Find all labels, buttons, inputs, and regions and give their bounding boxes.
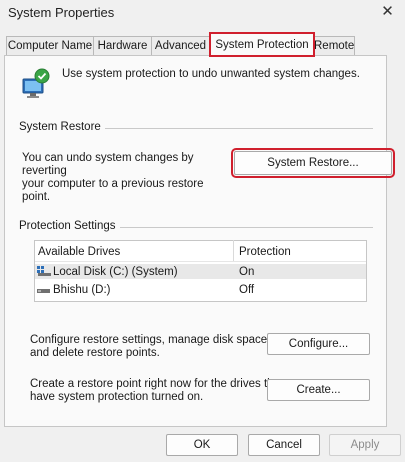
tab-computer-name[interactable]: Computer Name bbox=[6, 36, 94, 55]
system-protection-icon bbox=[20, 67, 52, 99]
drive-name-d[interactable]: Bhishu (D:) bbox=[53, 284, 111, 296]
configure-description-line1: Configure restore settings, manage disk … bbox=[30, 334, 271, 346]
system-restore-description-line2: your computer to a previous restore poin… bbox=[22, 178, 204, 203]
cancel-button[interactable]: Cancel bbox=[248, 434, 320, 456]
apply-button[interactable]: Apply bbox=[329, 434, 401, 456]
drive-name-c[interactable]: Local Disk (C:) (System) bbox=[53, 266, 178, 278]
intro-text: Use system protection to undo unwanted s… bbox=[62, 68, 360, 80]
create-description-line2: have system protection turned on. bbox=[30, 391, 204, 403]
tab-advanced[interactable]: Advanced bbox=[151, 36, 210, 55]
configure-button[interactable]: Configure... bbox=[267, 333, 370, 355]
create-button[interactable]: Create... bbox=[267, 379, 370, 401]
drive-protection-d[interactable]: Off bbox=[239, 284, 254, 296]
system-drive-icon bbox=[37, 266, 51, 276]
close-icon: ✕ bbox=[381, 3, 394, 20]
system-restore-group-label: System Restore bbox=[19, 121, 105, 133]
close-button[interactable]: ✕ bbox=[370, 0, 405, 26]
ok-button[interactable]: OK bbox=[166, 434, 238, 456]
tab-remote[interactable]: Remote bbox=[313, 36, 355, 55]
create-description: Create a restore point right now for the… bbox=[30, 378, 283, 404]
tab-hardware[interactable]: Hardware bbox=[93, 36, 152, 55]
configure-description-line2: and delete restore points. bbox=[30, 347, 160, 359]
tab-system-protection[interactable]: System Protection bbox=[209, 32, 315, 57]
header-divider bbox=[35, 261, 366, 262]
drive-icon bbox=[37, 286, 51, 295]
drive-protection-c[interactable]: On bbox=[239, 266, 254, 278]
system-restore-description: You can undo system changes by reverting… bbox=[22, 152, 232, 204]
window-title: System Properties bbox=[8, 5, 115, 20]
column-separator bbox=[233, 240, 234, 262]
system-restore-description-line1: You can undo system changes by reverting bbox=[22, 152, 194, 177]
column-header-available-drives[interactable]: Available Drives bbox=[38, 246, 120, 258]
column-header-protection[interactable]: Protection bbox=[239, 246, 291, 258]
configure-description: Configure restore settings, manage disk … bbox=[30, 334, 270, 360]
system-restore-button[interactable]: System Restore... bbox=[231, 148, 395, 178]
create-description-line1: Create a restore point right now for the… bbox=[30, 378, 284, 390]
protection-settings-group-label: Protection Settings bbox=[19, 220, 120, 232]
